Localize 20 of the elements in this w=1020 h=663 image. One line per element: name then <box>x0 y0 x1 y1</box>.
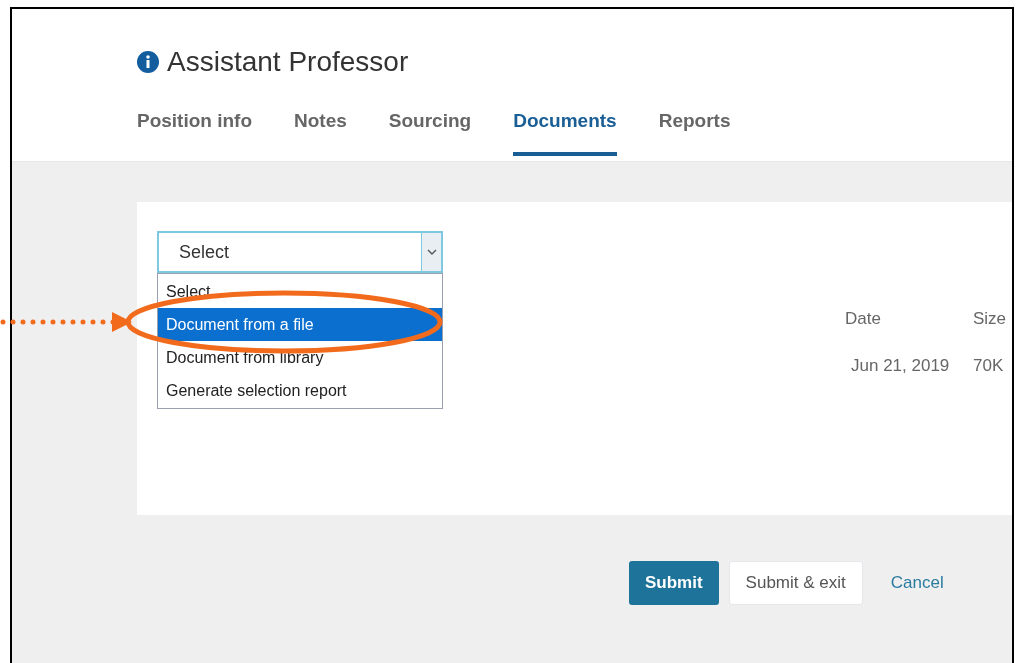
page-title: Assistant Professor <box>167 45 409 79</box>
table-cell-text: Jun 21, 2019 <box>850 354 951 377</box>
chevron-down-icon[interactable] <box>421 233 441 271</box>
select-value: Select <box>179 240 230 264</box>
dropdown-option[interactable]: Document from library <box>158 341 442 374</box>
submit-button[interactable]: Submit <box>629 561 719 605</box>
column-header: Size <box>973 308 1007 330</box>
select-dropdown[interactable]: Select <box>157 231 443 273</box>
tab[interactable]: Reports <box>658 105 731 156</box>
info-icon <box>137 51 159 73</box>
table-cell-text: 70K <box>973 354 1005 377</box>
cancel-link[interactable]: Cancel <box>872 561 962 605</box>
column-header: Date <box>845 308 882 330</box>
dropdown-option[interactable]: Document from a file <box>158 308 442 341</box>
tab[interactable]: Documents <box>513 105 617 156</box>
tab[interactable]: Sourcing <box>388 105 472 156</box>
tab[interactable]: Notes <box>294 105 347 156</box>
tab[interactable]: Position info <box>137 105 253 156</box>
submit-exit-button[interactable]: Submit & exit <box>728 561 863 605</box>
dropdown-option[interactable]: Generate selection report <box>158 374 442 407</box>
